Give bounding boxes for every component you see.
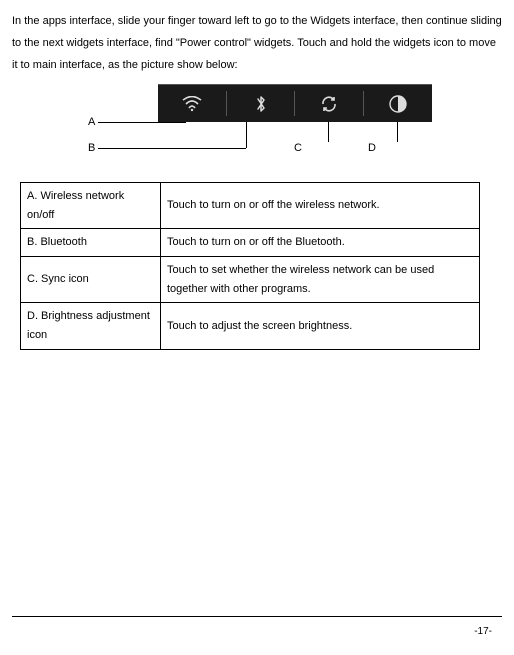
brightness-control[interactable] bbox=[364, 85, 433, 122]
table-row: D. Brightness adjustment icon Touch to a… bbox=[21, 303, 480, 349]
wifi-icon bbox=[182, 96, 202, 112]
wifi-toggle[interactable] bbox=[158, 85, 227, 122]
page-number: -17- bbox=[474, 626, 492, 637]
table-row: A. Wireless network on/off Touch to turn… bbox=[21, 183, 480, 229]
cell-desc: Touch to turn on or off the wireless net… bbox=[161, 183, 480, 229]
cell-desc: Touch to adjust the screen brightness. bbox=[161, 303, 480, 349]
leader-line bbox=[98, 122, 186, 123]
leader-line bbox=[98, 148, 246, 149]
power-control-widget bbox=[158, 84, 432, 122]
callout-b: B bbox=[88, 142, 95, 154]
intro-text: In the apps interface, slide your finger… bbox=[12, 10, 502, 76]
cell-desc: Touch to set whether the wireless networ… bbox=[161, 257, 480, 303]
sync-toggle[interactable] bbox=[295, 85, 364, 122]
cell-label: C. Sync icon bbox=[21, 257, 161, 303]
widget-diagram: A B C D bbox=[32, 84, 482, 174]
table-row: C. Sync icon Touch to set whether the wi… bbox=[21, 257, 480, 303]
bluetooth-icon bbox=[254, 94, 268, 114]
cell-label: B. Bluetooth bbox=[21, 229, 161, 257]
leader-line bbox=[328, 122, 329, 142]
footer-rule bbox=[12, 616, 502, 617]
leader-line bbox=[397, 122, 398, 142]
description-table: A. Wireless network on/off Touch to turn… bbox=[20, 182, 480, 350]
callout-c: C bbox=[294, 142, 302, 154]
table-row: B. Bluetooth Touch to turn on or off the… bbox=[21, 229, 480, 257]
cell-label: A. Wireless network on/off bbox=[21, 183, 161, 229]
callout-d: D bbox=[368, 142, 376, 154]
cell-label: D. Brightness adjustment icon bbox=[21, 303, 161, 349]
leader-line bbox=[246, 122, 247, 148]
bluetooth-toggle[interactable] bbox=[227, 85, 296, 122]
brightness-icon bbox=[389, 95, 407, 113]
callout-a: A bbox=[88, 116, 95, 128]
sync-icon bbox=[320, 95, 338, 113]
cell-desc: Touch to turn on or off the Bluetooth. bbox=[161, 229, 480, 257]
